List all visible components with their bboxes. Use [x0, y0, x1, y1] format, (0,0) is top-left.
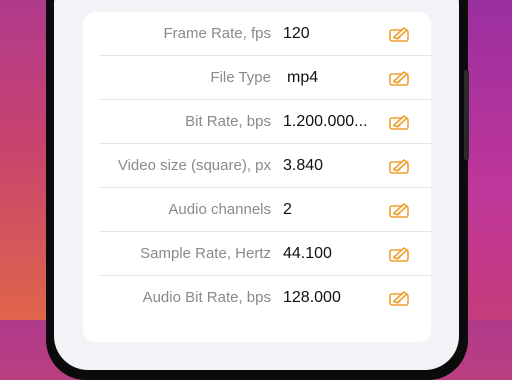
settings-row-audio-channels: Audio channels 2 [83, 188, 431, 232]
row-value: 2 [283, 201, 292, 218]
settings-card: Frame Rate, fps 120 File Type mp4 Bit Ra… [83, 12, 431, 342]
edit-pencil-icon[interactable] [389, 288, 411, 308]
edit-pencil-icon[interactable] [389, 68, 411, 88]
settings-row-sample-rate: Sample Rate, Hertz 44.100 [83, 232, 431, 276]
row-value: 44.100 [283, 245, 332, 262]
settings-row-file-type: File Type mp4 [83, 56, 431, 100]
row-label: Sample Rate, Hertz [140, 245, 271, 262]
edit-pencil-icon[interactable] [389, 200, 411, 220]
row-label: Audio channels [168, 201, 271, 218]
settings-row-frame-rate: Frame Rate, fps 120 [83, 12, 431, 56]
settings-row-video-size: Video size (square), px 3.840 [83, 144, 431, 188]
phone-screen: Frame Rate, fps 120 File Type mp4 Bit Ra… [54, 0, 459, 370]
row-label: Video size (square), px [117, 157, 271, 174]
row-value: 1.200.000... [283, 113, 368, 130]
row-value: 120 [283, 25, 310, 42]
row-value: mp4 [287, 69, 319, 86]
edit-pencil-icon[interactable] [389, 24, 411, 44]
edit-pencil-icon[interactable] [389, 112, 411, 132]
settings-row-bit-rate: Bit Rate, bps 1.200.000... [83, 100, 431, 144]
row-label: Frame Rate, fps [163, 25, 271, 42]
settings-row-audio-bit-rate: Audio Bit Rate, bps 128.000 [83, 276, 431, 320]
row-label: File Type [210, 69, 271, 86]
row-label: Audio Bit Rate, bps [142, 289, 271, 306]
edit-pencil-icon[interactable] [389, 156, 411, 176]
phone-side-button [464, 70, 469, 160]
row-value: 3.840 [283, 157, 324, 174]
row-label: Bit Rate, bps [185, 113, 271, 130]
row-value: 128.000 [283, 289, 341, 306]
edit-pencil-icon[interactable] [389, 244, 411, 264]
